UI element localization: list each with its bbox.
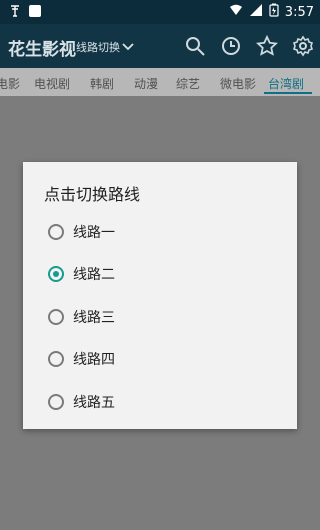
tab-korean-drama[interactable]: 韩剧	[90, 75, 114, 92]
tab-tv-series[interactable]: 电视剧	[34, 75, 70, 92]
tab-variety[interactable]: 综艺	[176, 75, 200, 92]
category-tabs: 电影 电视剧 韩剧 动漫 综艺 微电影 台湾剧	[0, 68, 320, 96]
radio-unchecked-icon[interactable]	[48, 309, 64, 325]
chevron-down-icon	[122, 41, 134, 54]
status-left	[8, 3, 42, 22]
usb-debug-icon	[8, 3, 22, 22]
radio-checked-icon[interactable]	[48, 266, 64, 282]
dialog-title: 点击切换路线	[44, 185, 141, 204]
route-option-4[interactable]: 线路四	[48, 348, 288, 370]
route-option-2[interactable]: 线路二	[48, 263, 288, 285]
route-option-label: 线路二	[73, 267, 115, 283]
route-option-3[interactable]: 线路三	[48, 306, 288, 328]
radio-unchecked-icon[interactable]	[48, 394, 64, 410]
status-time: 3:57	[284, 4, 314, 20]
line-switch-button[interactable]: 线路切换	[76, 39, 134, 55]
status-right: 3:57	[229, 3, 314, 21]
search-icon[interactable]	[184, 35, 206, 57]
history-icon[interactable]	[220, 35, 242, 57]
star-icon[interactable]	[255, 34, 279, 57]
wifi-icon	[229, 3, 243, 21]
tab-movie[interactable]: 电影	[0, 75, 20, 92]
route-option-label: 线路四	[73, 352, 115, 368]
route-option-label: 线路三	[73, 310, 115, 326]
line-switch-label: 线路切换	[76, 41, 120, 54]
route-option-label: 线路一	[73, 225, 115, 241]
route-option-1[interactable]: 线路一	[48, 221, 288, 243]
tab-anime[interactable]: 动漫	[134, 75, 158, 92]
radio-unchecked-icon[interactable]	[48, 224, 64, 240]
settings-icon[interactable]	[292, 35, 314, 57]
signal-icon	[249, 3, 263, 21]
app-title: 花生影视	[8, 40, 76, 60]
app-bar: 花生影视 线路切换	[0, 24, 320, 68]
appbar-actions	[184, 34, 314, 57]
radio-unchecked-icon[interactable]	[48, 351, 64, 367]
notification-square-icon	[28, 3, 42, 22]
tab-taiwan-drama[interactable]: 台湾剧	[268, 75, 304, 92]
tab-micro-film[interactable]: 微电影	[220, 75, 256, 92]
battery-icon	[269, 3, 279, 21]
route-option-5[interactable]: 线路五	[48, 391, 288, 413]
status-bar: 3:57	[0, 0, 320, 24]
active-tab-indicator	[264, 92, 312, 94]
route-option-label: 线路五	[73, 395, 115, 411]
route-switch-dialog: 点击切换路线 线路一 线路二 线路三 线路四 线路五	[23, 162, 297, 429]
